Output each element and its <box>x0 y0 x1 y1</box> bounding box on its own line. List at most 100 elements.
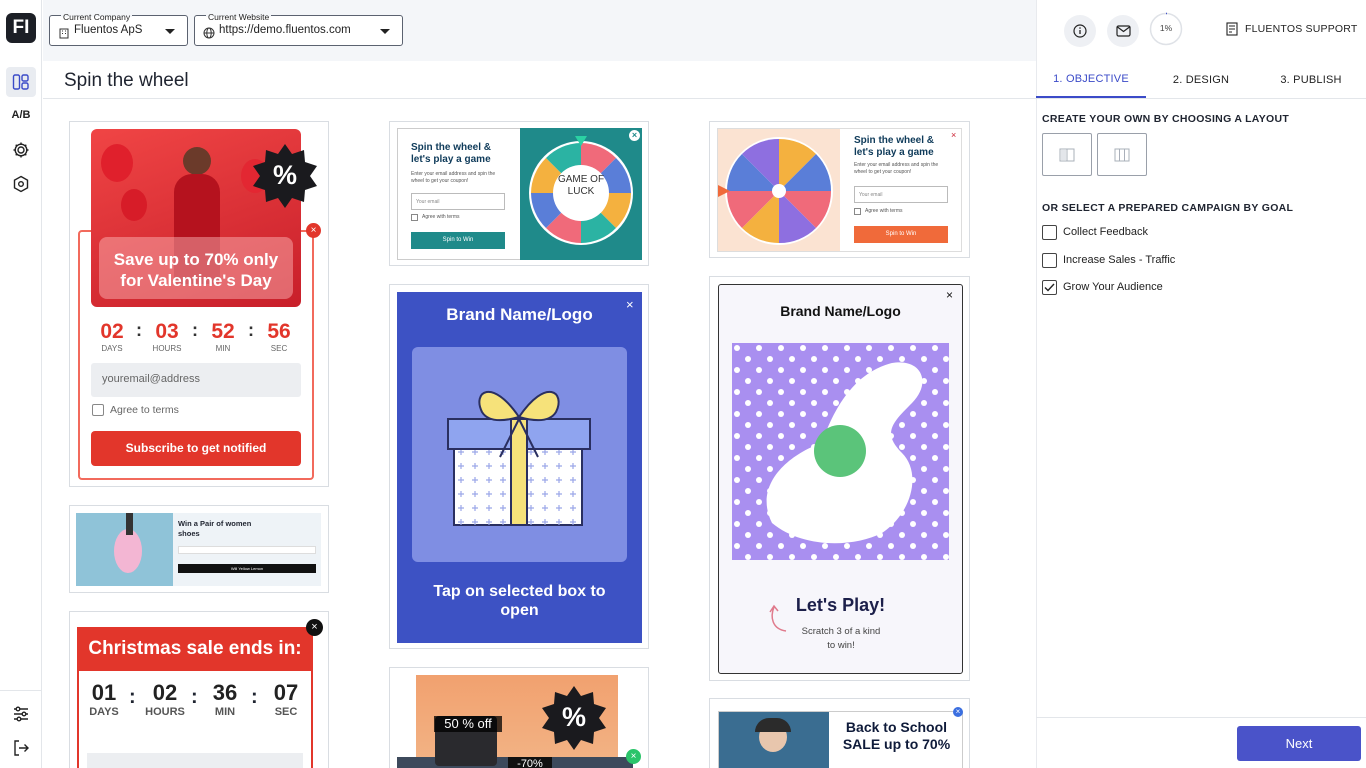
scratch-area <box>732 343 949 560</box>
layout-columns-icon <box>1114 148 1130 161</box>
countdown-sec-label: SEC <box>270 344 288 353</box>
gift-tap-text: Tap on selected box to open <box>433 583 606 619</box>
filters-icon[interactable] <box>6 699 36 729</box>
sidebar-divider <box>0 690 42 691</box>
goal-checkbox-collect-feedback[interactable] <box>1042 225 1057 240</box>
logout-icon[interactable] <box>6 733 36 763</box>
spin-text: Enter your email address and spin the wh… <box>854 162 939 175</box>
gift-brand: Brand Name/Logo <box>446 305 593 324</box>
school-image <box>719 712 829 768</box>
gift-box-frame <box>412 347 627 562</box>
website-select[interactable]: Current Website https://demo.fluentos.co… <box>194 12 403 46</box>
email-input <box>87 753 303 768</box>
tab-publish[interactable]: 3. PUBLISH <box>1256 62 1366 98</box>
percent-badge: % <box>253 144 317 208</box>
template-card-school[interactable]: Back to School SALE up to 70% × <box>709 698 970 768</box>
tab-design[interactable]: 2. DESIGN <box>1146 62 1256 98</box>
countdown-sec: 07 <box>273 680 299 705</box>
countdown-days-label: DAYS <box>101 344 123 353</box>
top-bar <box>43 0 1036 61</box>
company-select[interactable]: Current Company Fluentos ApS <box>49 12 188 46</box>
countdown-days-label: DAYS <box>89 706 119 718</box>
agree-label: Agree to terms <box>110 404 179 416</box>
countdown-min-label: MIN <box>215 344 231 353</box>
layout-option-2[interactable] <box>1097 133 1147 176</box>
valentine-headline: Save up to 70% only for Valentine's Day <box>113 250 279 290</box>
template-card-scratch[interactable]: Brand Name/Logo × Let's Play! Scratch 3 … <box>709 276 970 681</box>
scratch-sub: Scratch 3 of a kind to win! <box>801 626 881 651</box>
agree-checkbox <box>92 404 104 416</box>
layout-icon[interactable] <box>6 67 36 97</box>
template-card-shoes[interactable]: Win a Pair of women shoes Will Yellow Le… <box>69 505 329 593</box>
wheel-panel: GAME OF LUCK <box>520 128 642 260</box>
close-icon[interactable]: × <box>306 223 321 238</box>
person-head <box>183 147 211 175</box>
template-card-spin-orange[interactable]: Spin the wheel & let's play a game × Ent… <box>709 121 970 258</box>
ab-test-button[interactable]: A/B <box>0 109 42 121</box>
countdown-hours-label: HOURS <box>152 344 182 353</box>
christmas-headline: Christmas sale ends in: <box>77 627 313 671</box>
tab-objective[interactable]: 1. OBJECTIVE <box>1036 62 1146 98</box>
goal-checkbox-increase-sales[interactable] <box>1042 253 1057 268</box>
globe-icon <box>203 26 215 44</box>
close-icon[interactable]: × <box>951 130 956 140</box>
countdown-sec: 56 <box>267 320 291 343</box>
person-hair <box>755 718 791 732</box>
close-icon[interactable]: × <box>626 297 634 312</box>
title-divider <box>43 98 1036 99</box>
goal-checkbox-grow-audience[interactable] <box>1042 280 1057 295</box>
balloon <box>101 144 133 182</box>
support-link[interactable]: FLUENTOS SUPPORT <box>1245 23 1358 35</box>
countdown-sep: : <box>251 686 258 708</box>
percent-badge-text: % <box>561 702 586 732</box>
template-card-gift[interactable]: Brand Name/Logo × Tap on selected box to… <box>389 284 649 649</box>
app-logo[interactable]: FI <box>6 13 36 43</box>
company-icon <box>59 26 69 44</box>
progress-ring: 1% <box>1149 12 1183 46</box>
agree-checkbox <box>411 214 418 221</box>
shoes-email <box>178 546 316 554</box>
school-headline: Back to School SALE up to 70% <box>842 719 951 752</box>
countdown-sec-label: SEC <box>274 706 298 718</box>
shoes-title: Win a Pair of women shoes <box>178 519 252 538</box>
spin-button: Spin to Win <box>854 226 948 243</box>
percent-badge-text: % <box>272 160 297 190</box>
countdown-days: 02 <box>100 320 124 343</box>
goal-heading: OR SELECT A PREPARED CAMPAIGN BY GOAL <box>1042 202 1294 214</box>
spin-title: Spin the wheel & let's play a game <box>854 135 935 158</box>
template-card-christmas[interactable]: Christmas sale ends in: × 01 DAYS : 02 HOU… <box>69 611 329 768</box>
countdown-sep: : <box>191 686 198 708</box>
countdown-sep: : <box>129 686 136 708</box>
close-icon[interactable]: × <box>946 288 953 302</box>
balloon <box>121 189 147 221</box>
close-icon[interactable]: × <box>953 707 963 717</box>
spin-title: Spin the wheel & let's play a game <box>411 142 492 165</box>
template-card-valentine[interactable]: Save up to 70% only for Valentine's Day … <box>69 121 329 487</box>
countdown-min: 52 <box>211 320 235 343</box>
website-select-label: Current Website <box>206 12 272 22</box>
chevron-down-icon <box>165 29 175 34</box>
close-icon[interactable]: × <box>629 130 640 141</box>
template-card-spin-teal[interactable]: Spin the wheel & let's play a game Enter… <box>389 121 649 266</box>
layout-heading: CREATE YOUR OWN BY CHOOSING A LAYOUT <box>1042 113 1290 125</box>
countdown-min: 36 <box>212 680 238 705</box>
close-icon[interactable]: × <box>306 619 323 636</box>
settings-icon[interactable] <box>6 135 36 165</box>
company-value: Fluentos ApS <box>74 24 143 36</box>
goal-label-collect-feedback: Collect Feedback <box>1063 226 1148 238</box>
layout-option-1[interactable] <box>1042 133 1092 176</box>
integrations-icon[interactable] <box>6 169 36 199</box>
leg <box>126 513 133 535</box>
next-button[interactable]: Next <box>1237 726 1361 761</box>
template-card-sale[interactable]: 50 % off -70% % × <box>389 667 649 768</box>
footer-divider <box>1036 717 1366 718</box>
shoes-image <box>76 513 173 586</box>
sale-bottom-label: -70% <box>508 757 552 768</box>
mail-icon[interactable] <box>1107 15 1139 47</box>
info-icon[interactable] <box>1064 15 1096 47</box>
countdown-sep: : <box>136 320 142 340</box>
christmas-countdown: 01 DAYS : 02 HOURS : 36 MIN : 07 SEC <box>84 680 306 730</box>
close-icon[interactable]: × <box>626 749 641 764</box>
countdown-min-label: MIN <box>214 706 236 718</box>
countdown-days: 01 <box>91 680 117 705</box>
